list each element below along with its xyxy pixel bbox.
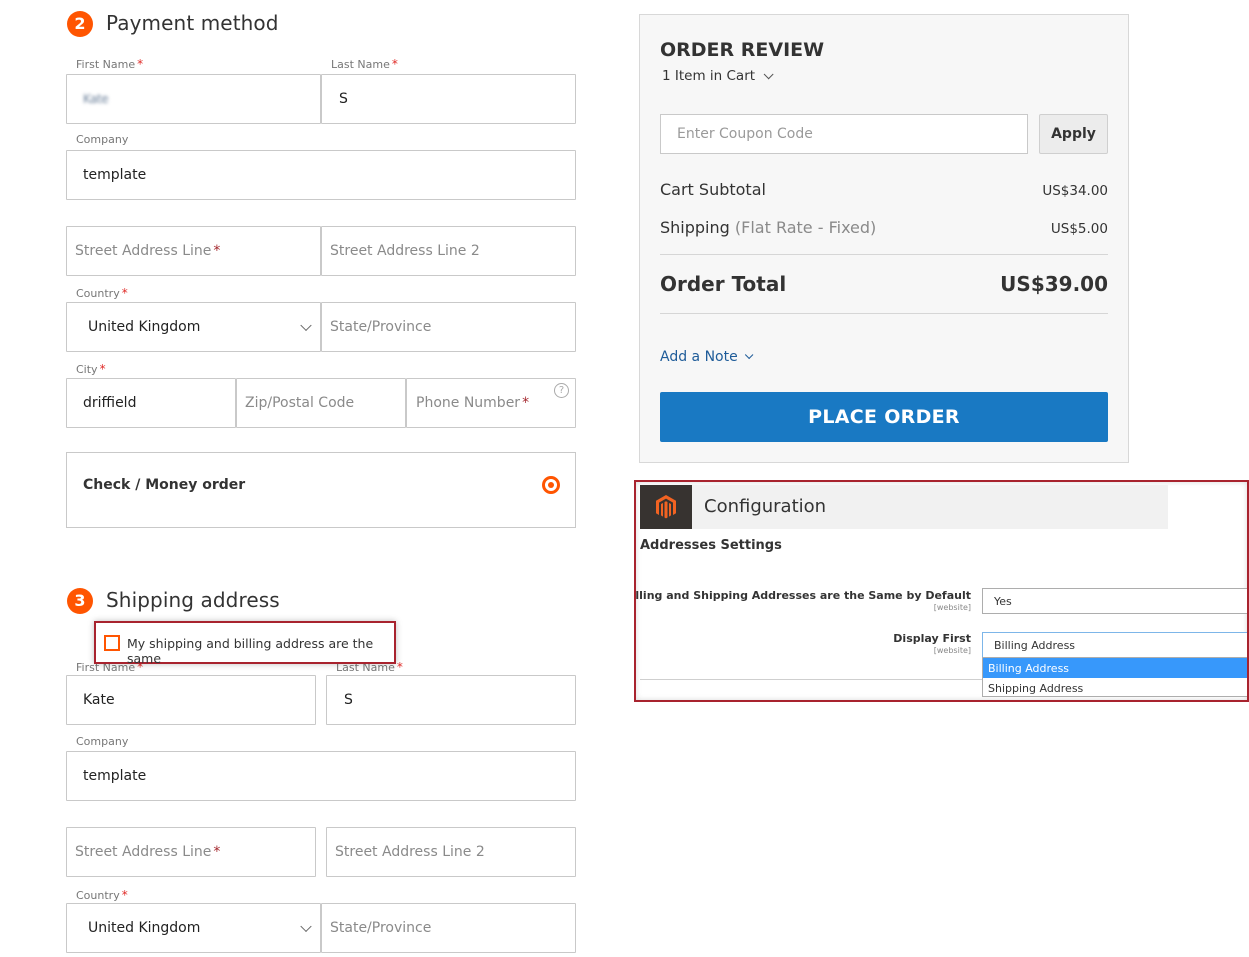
add-note-label: Add a Note bbox=[660, 349, 738, 365]
divider bbox=[660, 313, 1108, 314]
shipping-company-input[interactable]: template bbox=[66, 751, 576, 801]
section-title: Shipping address bbox=[106, 588, 280, 612]
section-title: Payment method bbox=[106, 11, 279, 35]
divider bbox=[660, 254, 1108, 255]
country-value: United Kingdom bbox=[88, 319, 201, 335]
order-total-value: US$39.00 bbox=[1000, 272, 1108, 296]
chevron-down-icon bbox=[763, 68, 774, 79]
apply-coupon-button[interactable]: Apply bbox=[1039, 114, 1108, 154]
same-address-checkbox-label[interactable]: My shipping and billing address are the … bbox=[127, 636, 394, 666]
billing-state-input[interactable]: State/Province bbox=[321, 302, 576, 352]
order-total-row: Order Total US$39.00 bbox=[660, 272, 1108, 296]
step-badge: 3 bbox=[67, 588, 93, 614]
same-by-default-select[interactable]: Yes bbox=[982, 588, 1247, 614]
magento-logo-icon bbox=[656, 495, 676, 519]
chevron-down-icon bbox=[300, 920, 312, 933]
billing-city-input[interactable]: driffield bbox=[66, 378, 236, 428]
dropdown-option-billing-address[interactable]: Billing Address bbox=[983, 658, 1247, 678]
display-first-select[interactable]: Billing Address bbox=[982, 632, 1247, 658]
first-name-value-blurred: Kate bbox=[83, 92, 109, 106]
order-review-title: ORDER REVIEW bbox=[660, 39, 825, 61]
billing-street-line-1-input[interactable]: Street Address Line * bbox=[66, 226, 321, 276]
scope-label: [website] bbox=[933, 603, 971, 612]
payment-option-label: Check / Money order bbox=[83, 477, 246, 493]
shipping-state-input[interactable]: State/Province bbox=[321, 903, 576, 953]
shipping-country-label: Country * bbox=[76, 888, 128, 902]
last-name-label: Last Name * bbox=[331, 57, 398, 71]
billing-country-select[interactable]: United Kingdom bbox=[66, 302, 321, 352]
same-address-checkbox[interactable] bbox=[104, 635, 120, 651]
display-first-dropdown: Billing Address Shipping Address bbox=[982, 657, 1247, 698]
company-label: Company bbox=[76, 133, 129, 146]
cutoff-text bbox=[640, 694, 940, 700]
order-total-label: Order Total bbox=[660, 272, 787, 296]
billing-phone-input[interactable]: Phone Number * ? bbox=[406, 378, 576, 428]
shipping-company-label: Company bbox=[76, 735, 129, 748]
first-name-label: First Name * bbox=[76, 57, 144, 71]
subtotal-row: Cart Subtotal US$34.00 bbox=[660, 180, 1108, 199]
configuration-header: Configuration bbox=[640, 485, 1168, 529]
divider bbox=[640, 679, 982, 680]
billing-last-name-input[interactable]: S bbox=[321, 74, 576, 124]
scope-label: [website] bbox=[933, 646, 971, 655]
subtotal-value: US$34.00 bbox=[1042, 183, 1108, 199]
cart-items-toggle[interactable]: 1 Item in Cart bbox=[662, 68, 774, 84]
configuration-title: Configuration bbox=[704, 496, 827, 517]
magento-logo bbox=[640, 485, 692, 529]
billing-street-line-2-input[interactable]: Street Address Line 2 bbox=[321, 226, 576, 276]
payment-option-check-money-order[interactable]: Check / Money order bbox=[66, 452, 576, 528]
country-value: United Kingdom bbox=[88, 920, 201, 936]
shipping-method: (Flat Rate - Fixed) bbox=[734, 218, 877, 237]
billing-first-name-input[interactable]: Kate bbox=[66, 74, 321, 124]
shipping-first-name-input[interactable]: Kate bbox=[66, 675, 316, 725]
billing-zip-input[interactable]: Zip/Postal Code bbox=[236, 378, 406, 428]
place-order-button[interactable]: PLACE ORDER bbox=[660, 392, 1108, 442]
city-label: City * bbox=[76, 362, 106, 376]
shipping-row: Shipping (Flat Rate - Fixed) US$5.00 bbox=[660, 218, 1108, 237]
shipping-country-select[interactable]: United Kingdom bbox=[66, 903, 321, 953]
billing-company-input[interactable]: template bbox=[66, 150, 576, 200]
radio-selected-icon[interactable] bbox=[542, 476, 560, 494]
dropdown-option-shipping-address[interactable]: Shipping Address bbox=[983, 678, 1247, 698]
addresses-settings-heading: Addresses Settings bbox=[640, 538, 782, 553]
order-review-panel: ORDER REVIEW 1 Item in Cart Enter Coupon… bbox=[639, 14, 1129, 463]
chevron-down-icon bbox=[300, 319, 312, 332]
cart-count-label: 1 Item in Cart bbox=[662, 68, 756, 84]
chevron-down-icon bbox=[744, 350, 754, 360]
help-icon[interactable]: ? bbox=[554, 383, 569, 398]
step-badge: 2 bbox=[67, 11, 93, 37]
highlight-frame: My shipping and billing address are the … bbox=[94, 621, 396, 666]
add-note-link[interactable]: Add a Note bbox=[660, 349, 754, 365]
shipping-value: US$5.00 bbox=[1050, 221, 1108, 237]
shipping-label: Shipping (Flat Rate - Fixed) bbox=[660, 218, 877, 237]
shipping-street-line-1-input[interactable]: Street Address Line * bbox=[66, 827, 316, 877]
shipping-street-line-2-input[interactable]: Street Address Line 2 bbox=[326, 827, 576, 877]
coupon-code-input[interactable]: Enter Coupon Code bbox=[660, 114, 1028, 154]
same-by-default-label: Billing and Shipping Addresses are the S… bbox=[634, 589, 971, 602]
display-first-label: Display First bbox=[893, 632, 971, 645]
country-label: Country * bbox=[76, 286, 128, 300]
subtotal-label: Cart Subtotal bbox=[660, 180, 766, 199]
shipping-last-name-input[interactable]: S bbox=[326, 675, 576, 725]
configuration-panel: Configuration Addresses Settings Billing… bbox=[634, 480, 1249, 702]
